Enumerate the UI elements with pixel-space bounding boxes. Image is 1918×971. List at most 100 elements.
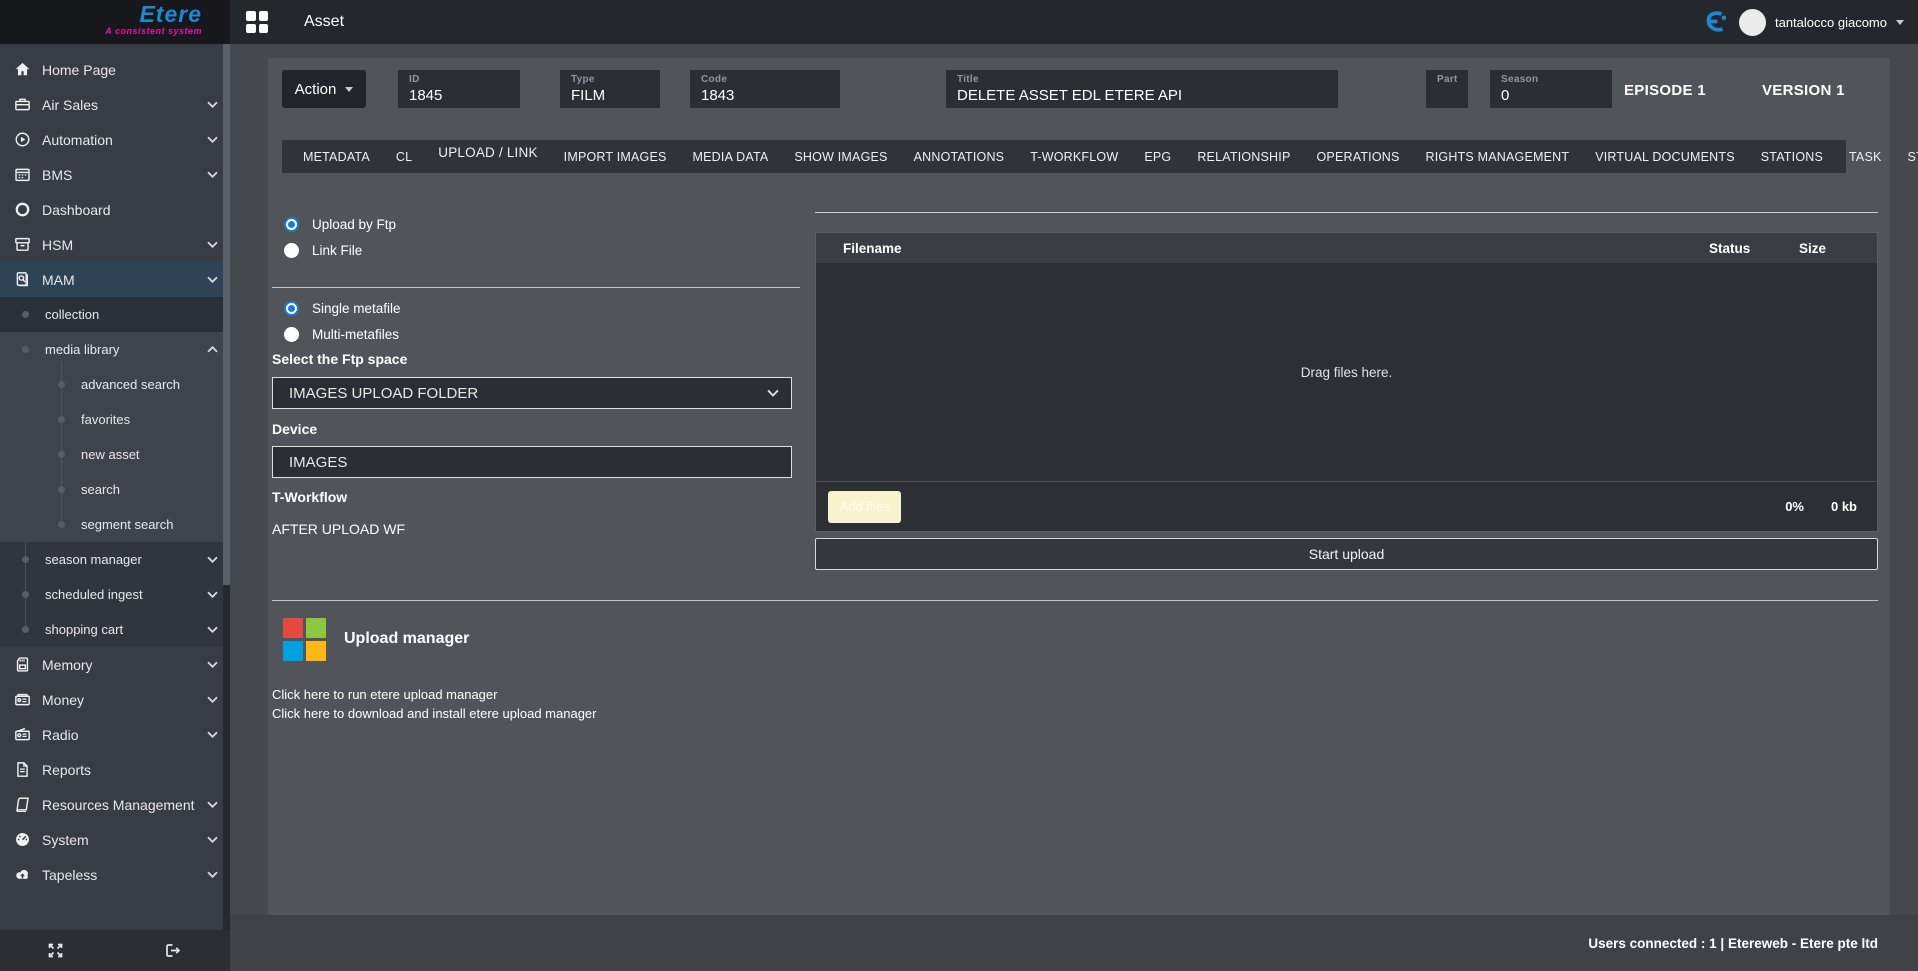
sidebar-scrollbar-thumb[interactable]	[223, 44, 230, 585]
sidebar-bottom-bar	[0, 930, 230, 971]
sidebar-item-search[interactable]: search	[0, 472, 230, 507]
chevron-down-icon	[207, 731, 218, 738]
media-library-block: media library advanced search favorites …	[0, 332, 230, 542]
ftp-space-select[interactable]: IMAGES UPLOAD FOLDER	[272, 377, 792, 409]
sidebar-item-segment-search[interactable]: segment search	[0, 507, 230, 542]
sidebar-item-automation[interactable]: Automation	[0, 122, 230, 157]
sidebar-item-memory[interactable]: Memory	[0, 647, 230, 682]
type-field-label: Type	[571, 74, 649, 85]
sidebar-item-dashboard[interactable]: Dashboard	[0, 192, 230, 227]
tab-stations[interactable]: STATIONS	[1748, 150, 1836, 164]
tab-virtual-documents[interactable]: VIRTUAL DOCUMENTS	[1582, 150, 1748, 164]
add-files-button[interactable]: Add files	[828, 491, 901, 523]
sidebar-item-advanced-search[interactable]: advanced search	[0, 367, 230, 402]
sidebar-item-label: advanced search	[81, 377, 180, 392]
radio-selected-icon	[284, 217, 299, 232]
tab-relationship[interactable]: RELATIONSHIP	[1184, 150, 1303, 164]
upload-panel-divider	[815, 212, 1878, 213]
sidebar-item-mam[interactable]: MAM	[0, 262, 230, 297]
chevron-down-icon	[207, 836, 218, 843]
tab-task[interactable]: TASK	[1836, 150, 1895, 164]
sidebar-item-favorites[interactable]: favorites	[0, 402, 230, 437]
sidebar-item-system[interactable]: System	[0, 822, 230, 857]
sidebar-item-scheduled-ingest[interactable]: scheduled ingest	[0, 577, 230, 612]
action-button[interactable]: Action	[282, 70, 366, 108]
user-name: tantalocco giacomo	[1775, 15, 1887, 30]
sidebar-item-label: new asset	[81, 447, 140, 462]
sidebar-item-new-asset[interactable]: new asset	[0, 437, 230, 472]
sidebar-item-money[interactable]: Money	[0, 682, 230, 717]
radio-label: Single metafile	[312, 301, 401, 316]
tab-rights-management[interactable]: RIGHTS MANAGEMENT	[1413, 150, 1583, 164]
sidebar-item-label: season manager	[45, 552, 142, 567]
section-divider	[272, 600, 1878, 601]
tab-metadata[interactable]: METADATA	[290, 150, 383, 164]
expand-icon[interactable]	[46, 941, 65, 960]
radio-single-metafile[interactable]: Single metafile	[284, 295, 401, 321]
season-field[interactable]: Season 0	[1490, 70, 1612, 108]
briefcase-icon	[12, 95, 32, 115]
radio-label: Link File	[312, 243, 362, 258]
sidebar-item-label: Resources Management	[42, 797, 195, 813]
tab-operations[interactable]: OPERATIONS	[1304, 150, 1413, 164]
tab-upload-link[interactable]: UPLOAD / LINK	[425, 145, 550, 160]
radio-label: Upload by Ftp	[312, 217, 396, 232]
document-icon	[12, 760, 32, 780]
episode-label: EPISODE 1	[1624, 82, 1706, 99]
radio-multi-metafiles[interactable]: Multi-metafiles	[284, 321, 399, 347]
title-field[interactable]: Title DELETE ASSET EDL ETERE API	[946, 70, 1338, 108]
sidebar-item-label: Air Sales	[42, 97, 98, 113]
sidebar-item-resources-management[interactable]: Resources Management	[0, 787, 230, 822]
logout-icon[interactable]	[163, 941, 182, 960]
tab-import-images[interactable]: IMPORT IMAGES	[551, 150, 680, 164]
topbar-logo-area: Etere A consistent system	[0, 0, 230, 44]
tab-epg[interactable]: EPG	[1131, 150, 1184, 164]
code-field[interactable]: Code 1843	[690, 70, 840, 108]
etere-asset-page: { "topbar": { "logo_text": "Etere", "log…	[0, 0, 1918, 971]
tab-cl[interactable]: CL	[383, 150, 425, 164]
upload-table-footer: Add files 0% 0 kb	[816, 481, 1877, 531]
title-field-label: Title	[957, 74, 1327, 85]
type-field[interactable]: Type FILM	[560, 70, 660, 108]
select-chevron-icon	[767, 389, 779, 397]
radio-unselected-icon	[284, 243, 299, 258]
radio-upload-by-ftp[interactable]: Upload by Ftp	[284, 211, 396, 237]
chevron-down-icon	[207, 661, 218, 668]
sidebar-item-media-library[interactable]: media library	[0, 332, 230, 367]
sidebar-item-hsm[interactable]: HSM	[0, 227, 230, 262]
tab-stories[interactable]: STORIES	[1895, 150, 1918, 164]
sidebar-item-season-manager[interactable]: season manager	[0, 542, 230, 577]
sidebar-item-collection[interactable]: collection	[0, 297, 230, 332]
sidebar-item-bms[interactable]: BMS	[0, 157, 230, 192]
sidebar-item-home-page[interactable]: Home Page	[0, 52, 230, 87]
t-workflow-value: AFTER UPLOAD WF	[272, 521, 405, 537]
run-upload-manager-link[interactable]: Click here to run etere upload manager	[272, 687, 497, 702]
sidebar-item-label: System	[42, 832, 89, 848]
sidebar-item-reports[interactable]: Reports	[0, 752, 230, 787]
radio-link-file[interactable]: Link File	[284, 237, 362, 263]
content-area: Action ID 1845 Type FILM Code 1843 Title…	[230, 44, 1918, 971]
user-menu[interactable]: tantalocco giacomo	[1700, 6, 1904, 38]
id-field[interactable]: ID 1845	[398, 70, 520, 108]
asset-panel: Action ID 1845 Type FILM Code 1843 Title…	[268, 58, 1890, 915]
install-upload-manager-link[interactable]: Click here to download and install etere…	[272, 706, 596, 721]
home-icon	[12, 60, 32, 80]
sidebar-item-air-sales[interactable]: Air Sales	[0, 87, 230, 122]
tab-t-workflow[interactable]: T-WORKFLOW	[1017, 150, 1131, 164]
sidebar-item-label: Money	[42, 692, 84, 708]
book-icon	[12, 795, 32, 815]
sidebar-item-tapeless[interactable]: Tapeless	[0, 857, 230, 892]
device-input[interactable]	[272, 446, 792, 478]
chevron-down-icon	[207, 171, 218, 178]
tab-annotations[interactable]: ANNOTATIONS	[901, 150, 1018, 164]
chevron-up-icon	[207, 346, 218, 353]
tab-media-data[interactable]: MEDIA DATA	[680, 150, 782, 164]
part-field[interactable]: Part	[1426, 70, 1468, 108]
sidebar-item-shopping-cart[interactable]: shopping cart	[0, 612, 230, 647]
apps-grid-icon[interactable]	[246, 11, 268, 33]
sidebar-item-radio[interactable]: Radio	[0, 717, 230, 752]
tab-show-images[interactable]: SHOW IMAGES	[781, 150, 900, 164]
start-upload-button[interactable]: Start upload	[815, 538, 1878, 570]
etere-logo-text: Etere	[105, 3, 202, 26]
drop-zone[interactable]: Drag files here.	[816, 264, 1877, 481]
